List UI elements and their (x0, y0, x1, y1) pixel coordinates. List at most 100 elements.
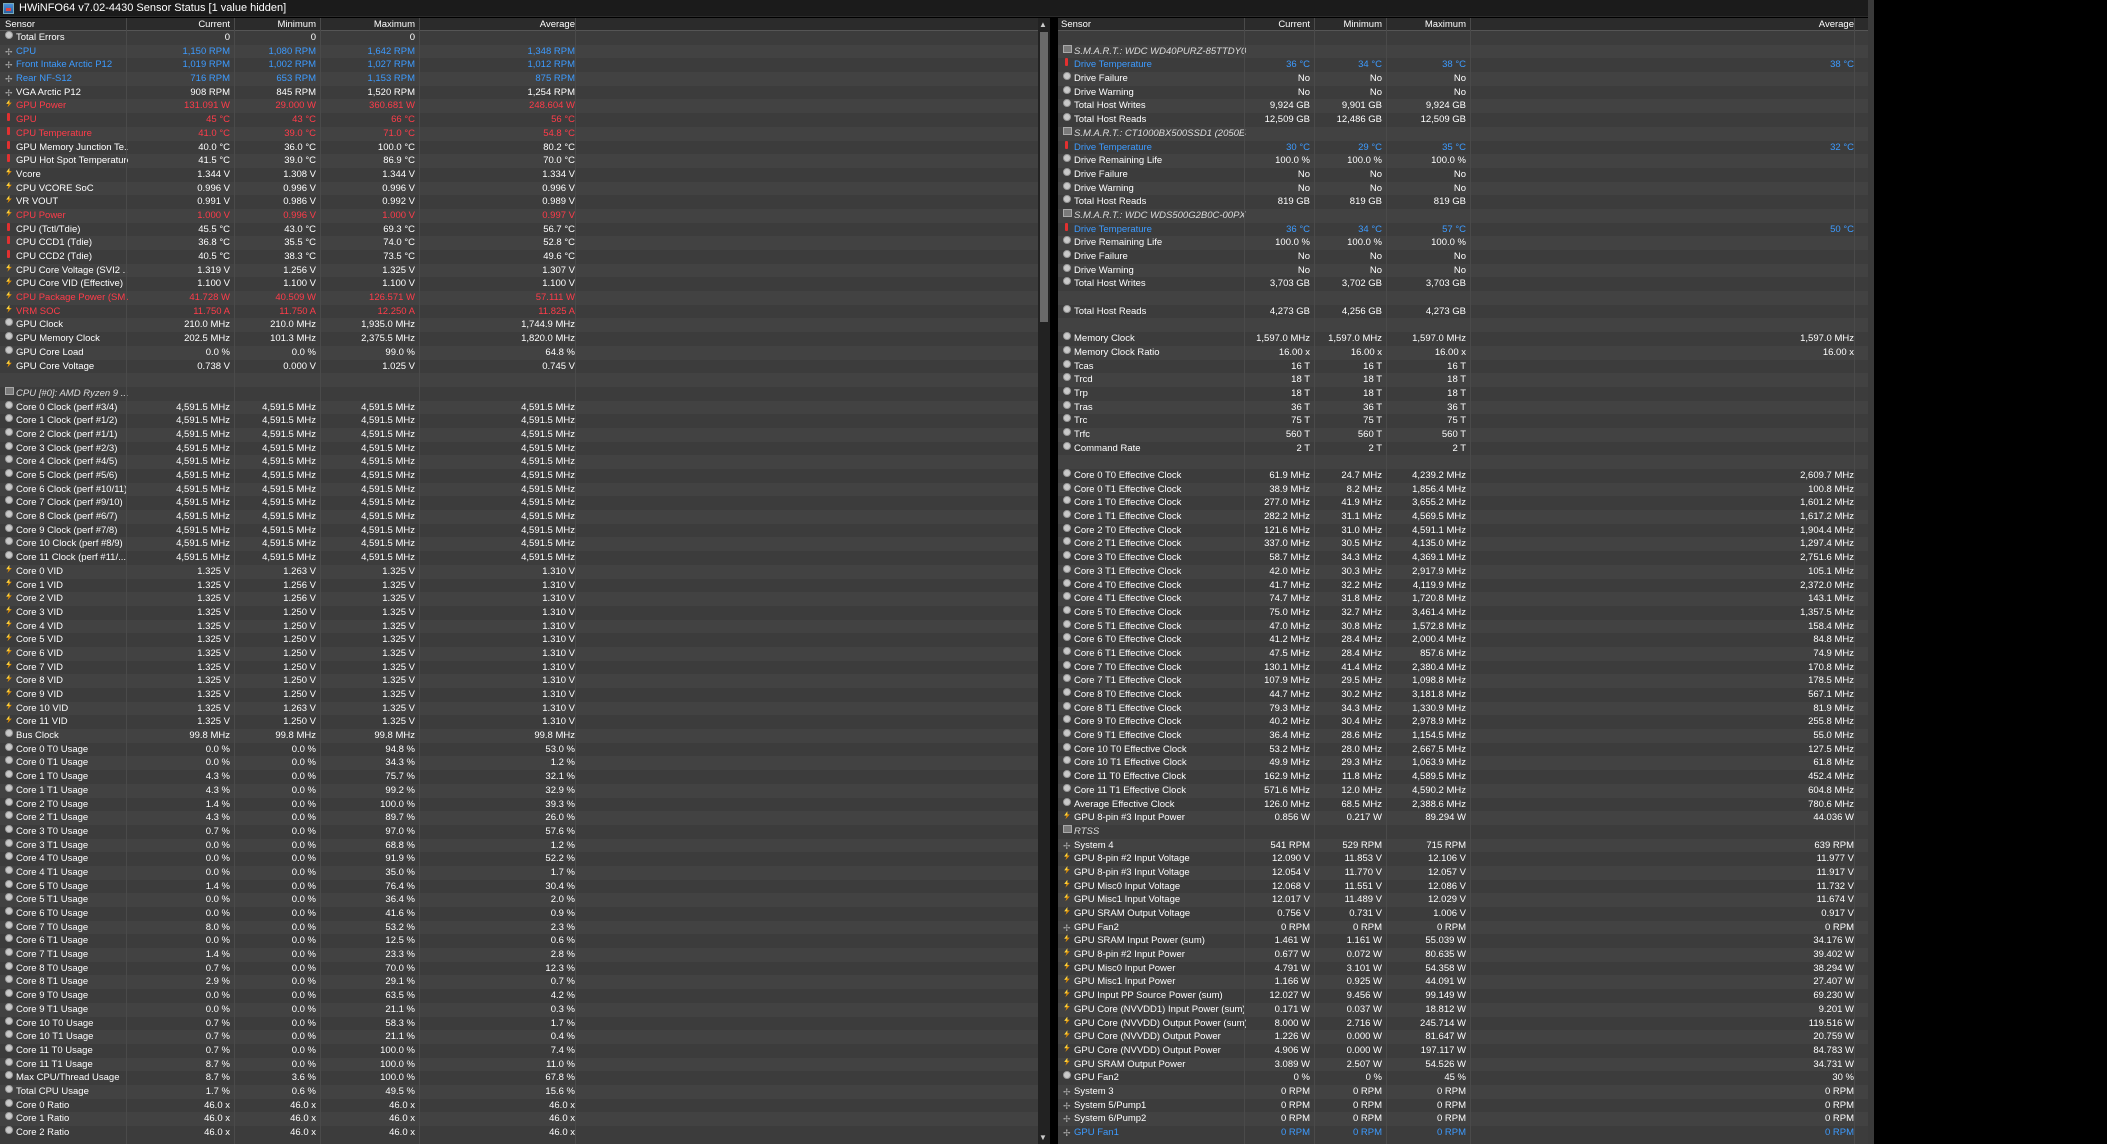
sensor-row[interactable]: Core 5 T0 Usage 1.4 % 0.0 % 76.4 % 30.4 % (0, 879, 1038, 894)
sensor-row[interactable]: CPU Core VID (Effective) 1.100 V 1.100 V 1.… (0, 277, 1038, 291)
sensor-row[interactable]: Core 7 T1 Effective Clock 107.9 MHz 29.5 M… (1058, 674, 1868, 688)
sensor-row[interactable]: Trcd 18 T 18 T 18 T (1058, 373, 1868, 387)
sensor-row[interactable]: GPU Fan2 0 RPM 0 RPM 0 RPM 0 RPM (1058, 921, 1868, 935)
sensor-row[interactable]: GPU Memory Clock 202.5 MHz 101.3 MHz 2,375.… (0, 332, 1038, 346)
sensor-row[interactable]: System 4 541 RPM 529 RPM 715 RPM 639 RPM (1058, 839, 1868, 853)
sensor-row[interactable]: Core 7 Clock (perf #9/10) 4,591.5 MHz 4,59… (0, 496, 1038, 510)
sensor-row[interactable]: Core 1 Clock (perf #1/2) 4,591.5 MHz 4,591… (0, 414, 1038, 428)
sensor-row[interactable]: Core 2 T0 Effective Clock 121.6 MHz 31.0 M… (1058, 523, 1868, 538)
sensor-row[interactable] (1058, 291, 1868, 305)
header-sensor[interactable]: Sensor (1061, 19, 1091, 30)
sensor-row[interactable]: Core 4 T0 Usage 0.0 % 0.0 % 91.9 % 52.2 % (0, 852, 1038, 866)
sensor-table-left[interactable]: Sensor Current Minimum Maximum Average T… (0, 18, 1038, 1144)
sensor-row[interactable]: GPU 8-pin #2 Input Voltage 12.090 V 11.853… (1058, 852, 1868, 866)
sensor-row[interactable]: CPU (Tctl/Tdie) 45.5 °C 43.0 °C 69.3 °C 56.7… (0, 222, 1038, 237)
sensor-row[interactable]: Trfc 560 T 560 T 560 T (1058, 427, 1868, 442)
sensor-row[interactable]: Drive Warning No No No (1058, 85, 1868, 100)
sensor-row[interactable]: Total Host Writes 3,703 GB 3,702 GB 3,703 G… (1058, 277, 1868, 291)
sensor-row[interactable]: Core 3 T0 Usage 0.7 % 0.0 % 97.0 % 57.6 % (0, 824, 1038, 839)
sensor-row[interactable]: Drive Remaining Life 100.0 % 100.0 % 100.0 … (1058, 236, 1868, 250)
sensor-row[interactable]: Core 7 VID 1.325 V 1.250 V 1.325 V 1.310 V (0, 660, 1038, 675)
sensor-row[interactable]: Core 9 T0 Effective Clock 40.2 MHz 30.4 MH… (1058, 715, 1868, 729)
sensor-row[interactable]: Total Host Writes 9,924 GB 9,901 GB 9,924 G… (1058, 99, 1868, 113)
sensor-row[interactable]: Core 4 VID 1.325 V 1.250 V 1.325 V 1.310 V (0, 619, 1038, 634)
sensor-row[interactable]: GPU Misc0 Input Power 4.791 W 3.101 W 54.35… (1058, 961, 1868, 976)
sensor-row[interactable]: CPU Package Power (SMU) 41.728 W 40.509 W 1… (0, 291, 1038, 305)
sensor-row[interactable]: Core 0 Ratio 46.0 x 46.0 x 46.0 x 46.0 x (0, 1098, 1038, 1113)
sensor-row[interactable]: GPU Core (NVVDD) Output Power 1.226 W 0.00… (1058, 1030, 1868, 1044)
sensor-row[interactable]: Core 2 VID 1.325 V 1.256 V 1.325 V 1.310 V (0, 592, 1038, 606)
sensor-row[interactable]: Core 1 T0 Effective Clock 277.0 MHz 41.9 M… (1058, 496, 1868, 510)
sensor-row[interactable]: Core 5 T1 Effective Clock 47.0 MHz 30.8 MH… (1058, 619, 1868, 634)
header-sensor[interactable]: Sensor (5, 19, 35, 30)
sensor-row[interactable]: GPU 8-pin #2 Input Power 0.677 W 0.072 W 80… (1058, 948, 1868, 962)
sensor-row[interactable]: Core 8 T1 Effective Clock 79.3 MHz 34.3 MH… (1058, 701, 1868, 716)
sensor-row[interactable]: GPU Clock 210.0 MHz 210.0 MHz 1,935.0 MHz 1,… (0, 318, 1038, 332)
sensor-row[interactable]: Core 4 T0 Effective Clock 41.7 MHz 32.2 MH… (1058, 578, 1868, 593)
sensor-row[interactable]: GPU Hot Spot Temperature 41.5 °C 39.0 °C 86… (0, 154, 1038, 168)
sensor-row[interactable]: Rear NF-S12 716 RPM 653 RPM 1,153 RPM 875 RP… (0, 72, 1038, 86)
sensor-row[interactable]: Core 1 T0 Usage 4.3 % 0.0 % 75.7 % 32.1 % (0, 770, 1038, 784)
sensor-row[interactable]: Core 3 Clock (perf #2/3) 4,591.5 MHz 4,591… (0, 441, 1038, 456)
sensor-row[interactable]: Core 6 T0 Usage 0.0 % 0.0 % 41.6 % 0.9 % (0, 907, 1038, 921)
sensor-row[interactable]: Memory Clock Ratio 16.00 x 16.00 x 16.00 x 1… (1058, 345, 1868, 360)
sensor-row[interactable]: GPU Fan1 0 RPM 0 RPM 0 RPM 0 RPM (1058, 1126, 1868, 1140)
sensor-row[interactable]: Core 11 T1 Effective Clock 571.6 MHz 12.0 … (1058, 783, 1868, 798)
sensor-row[interactable]: Core 8 Clock (perf #6/7) 4,591.5 MHz 4,591… (0, 510, 1038, 524)
sensor-row[interactable]: Core 4 T1 Usage 0.0 % 0.0 % 35.0 % 1.7 % (0, 865, 1038, 880)
sensor-row[interactable]: Core 11 T0 Effective Clock 162.9 MHz 11.8 … (1058, 770, 1868, 784)
sensor-row[interactable]: Vcore 1.344 V 1.308 V 1.344 V 1.334 V (0, 167, 1038, 182)
sensor-row[interactable]: GPU Core Load 0.0 % 0.0 % 99.0 % 64.8 % (0, 345, 1038, 360)
sensor-row[interactable]: Core 9 VID 1.325 V 1.250 V 1.325 V 1.310 V (0, 688, 1038, 702)
group-header-row[interactable]: S.M.A.R.T.: WDC WD40PURZ-85TTDY0 (... (1058, 44, 1868, 59)
sensor-row[interactable]: Core 5 VID 1.325 V 1.250 V 1.325 V 1.310 V (0, 633, 1038, 647)
sensor-row[interactable]: Core 6 Clock (perf #10/11) 4,591.5 MHz 4,5… (0, 482, 1038, 497)
sensor-row[interactable]: Core 0 T0 Usage 0.0 % 0.0 % 94.8 % 53.0 % (0, 742, 1038, 757)
sensor-table-right[interactable]: Sensor Current Minimum Maximum Average S… (1058, 18, 1868, 1144)
sensor-row[interactable]: Total Host Reads 819 GB 819 GB 819 GB (1058, 195, 1868, 209)
sensor-row[interactable]: GPU Core (NVVDD1) Input Power (sum) 0.171… (1058, 1002, 1868, 1017)
sensor-row[interactable]: GPU 8-pin #3 Input Voltage 12.054 V 11.770… (1058, 865, 1868, 880)
sensor-row[interactable]: Core 10 VID 1.325 V 1.263 V 1.325 V 1.310 V (0, 701, 1038, 716)
right-scrollbar[interactable] (1868, 0, 1874, 1144)
sensor-row[interactable]: Core 2 T1 Effective Clock 337.0 MHz 30.5 M… (1058, 537, 1868, 551)
sensor-row[interactable]: Drive Temperature 30 °C 29 °C 35 °C 32 °C (1058, 140, 1868, 155)
sensor-row[interactable]: Core 3 T1 Usage 0.0 % 0.0 % 68.8 % 1.2 % (0, 838, 1038, 853)
sensor-row[interactable]: System 5/Pump1 0 RPM 0 RPM 0 RPM 0 RPM (1058, 1099, 1868, 1113)
sensor-row[interactable]: Command Rate 2 T 2 T 2 T (1058, 441, 1868, 456)
sensor-row[interactable]: CPU Temperature 41.0 °C 39.0 °C 71.0 °C 54.8… (0, 126, 1038, 141)
sensor-row[interactable]: Core 0 VID 1.325 V 1.263 V 1.325 V 1.310 V (0, 564, 1038, 579)
header-minimum[interactable]: Minimum (234, 19, 316, 30)
sensor-row[interactable]: Core 8 T1 Usage 2.9 % 0.0 % 29.1 % 0.7 % (0, 975, 1038, 989)
sensor-row[interactable]: System 3 0 RPM 0 RPM 0 RPM 0 RPM (1058, 1085, 1868, 1099)
sensor-row[interactable]: Core 1 T1 Usage 4.3 % 0.0 % 99.2 % 32.9 % (0, 783, 1038, 798)
group-header-row[interactable]: S.M.A.R.T.: CT1000BX500SSD1 (2050E4... (1058, 126, 1868, 141)
sensor-row[interactable]: System 6/Pump2 0 RPM 0 RPM 0 RPM 0 RPM (1058, 1112, 1868, 1126)
sensor-row[interactable]: Bus Clock 99.8 MHz 99.8 MHz 99.8 MHz 99.8 MH… (0, 729, 1038, 743)
header-current[interactable]: Current (126, 19, 230, 30)
sensor-row[interactable]: Core 11 Clock (perf #11/... 4,591.5 MHz 4,… (0, 551, 1038, 565)
sensor-row[interactable]: GPU Misc1 Input Voltage 12.017 V 11.489 V 1… (1058, 893, 1868, 907)
sensor-row[interactable]: GPU Misc0 Input Voltage 12.068 V 11.551 V 1… (1058, 879, 1868, 894)
sensor-row[interactable]: Core 5 T1 Usage 0.0 % 0.0 % 36.4 % 2.0 % (0, 893, 1038, 907)
sensor-row[interactable]: Core 9 T1 Usage 0.0 % 0.0 % 21.1 % 0.3 % (0, 1002, 1038, 1017)
header-maximum[interactable]: Maximum (1386, 19, 1466, 30)
scrollbar-thumb[interactable] (1040, 32, 1048, 322)
header-current[interactable]: Current (1244, 19, 1310, 30)
scroll-up-arrow-icon[interactable]: ▲ (1039, 20, 1047, 29)
sensor-row[interactable]: Drive Warning No No No (1058, 263, 1868, 278)
sensor-row[interactable]: Core 1 Ratio 46.0 x 46.0 x 46.0 x 46.0 x (0, 1112, 1038, 1126)
sensor-row[interactable]: GPU 45 °C 43 °C 66 °C 56 °C (0, 113, 1038, 127)
sensor-row[interactable]: Max CPU/Thread Usage 8.7 % 3.6 % 100.0 % 67.… (0, 1071, 1038, 1085)
sensor-row[interactable]: GPU Input PP Source Power (sum) 12.027 W 9… (1058, 989, 1868, 1003)
sensor-row[interactable]: Core 2 Ratio 46.0 x 46.0 x 46.0 x 46.0 x (0, 1126, 1038, 1140)
sensor-row[interactable]: Core 3 T0 Effective Clock 58.7 MHz 34.3 MH… (1058, 551, 1868, 565)
sensor-row[interactable]: Drive Failure No No No (1058, 250, 1868, 264)
sensor-row[interactable]: Tcas 16 T 16 T 16 T (1058, 359, 1868, 374)
sensor-row[interactable]: Core 4 T1 Effective Clock 74.7 MHz 31.8 MH… (1058, 592, 1868, 606)
sensor-row[interactable]: VGA Arctic P12 908 RPM 845 RPM 1,520 RPM 1,2… (0, 86, 1038, 100)
sensor-row[interactable]: Core 7 T0 Usage 8.0 % 0.0 % 53.2 % 2.3 % (0, 920, 1038, 935)
sensor-row[interactable]: GPU Core Voltage 0.738 V 0.000 V 1.025 V 0.7… (0, 359, 1038, 374)
sensor-row[interactable]: Average Effective Clock 126.0 MHz 68.5 MHz… (1058, 797, 1868, 812)
header-minimum[interactable]: Minimum (1314, 19, 1382, 30)
